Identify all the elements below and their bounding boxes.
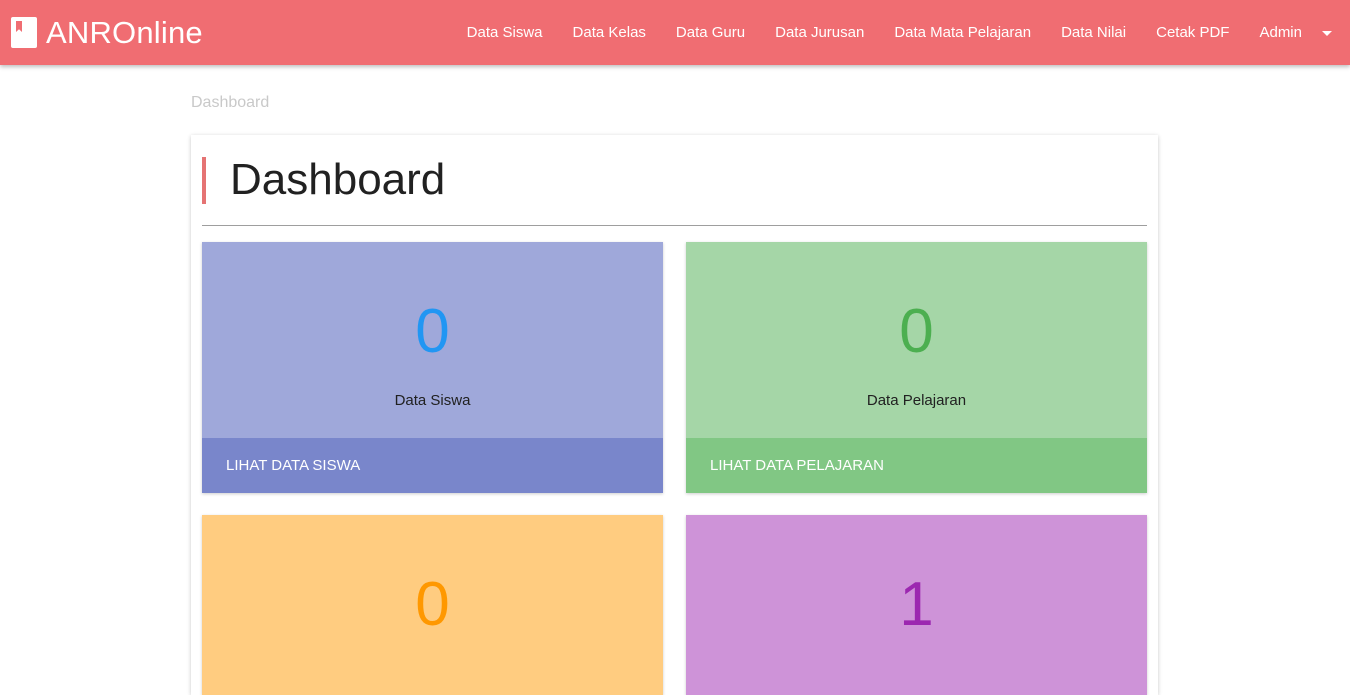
stat-value-siswa: 0 xyxy=(415,297,450,366)
card-body: 0 Data Siswa xyxy=(202,242,663,438)
title-accent-bar xyxy=(202,157,206,204)
brand-link[interactable]: ANROnline xyxy=(11,0,203,65)
stat-label-pelajaran: Data Pelajaran xyxy=(866,392,967,409)
nav-item-data-siswa[interactable]: Data Siswa xyxy=(452,0,558,65)
stat-card-pelajaran: 0 Data Pelajaran LIHAT DATA PELAJARAN xyxy=(686,242,1147,493)
dashboard-panel: Dashboard 0 Data Siswa LIHAT DATA SISWA … xyxy=(191,135,1158,695)
view-siswa-link[interactable]: LIHAT DATA SISWA xyxy=(202,438,663,493)
page-title: Dashboard xyxy=(230,155,446,204)
brand-name: ANROnline xyxy=(46,14,203,50)
card-body: 0 Data Pelajaran xyxy=(686,242,1147,438)
view-pelajaran-link[interactable]: LIHAT DATA PELAJARAN xyxy=(686,438,1147,493)
stat-value-purple: 1 xyxy=(899,570,934,639)
nav-item-data-nilai[interactable]: Data Nilai xyxy=(1046,0,1141,65)
nav-menu: Data Siswa Data Kelas Data Guru Data Jur… xyxy=(452,0,1350,65)
card-body: 1 xyxy=(686,515,1147,695)
admin-dropdown[interactable]: Admin xyxy=(1244,0,1350,65)
stat-card-siswa: 0 Data Siswa LIHAT DATA SISWA xyxy=(202,242,663,493)
nav-item-data-guru[interactable]: Data Guru xyxy=(661,0,760,65)
caret-down-icon xyxy=(1322,30,1332,36)
breadcrumb: Dashboard xyxy=(191,94,270,111)
stat-card-orange: 0 xyxy=(202,515,663,695)
title-divider xyxy=(202,225,1147,226)
stat-value-orange: 0 xyxy=(415,570,450,639)
admin-label: Admin xyxy=(1259,24,1302,41)
top-navbar: ANROnline Data Siswa Data Kelas Data Gur… xyxy=(0,0,1350,65)
stat-value-pelajaran: 0 xyxy=(899,297,934,366)
nav-item-cetak-pdf[interactable]: Cetak PDF xyxy=(1141,0,1244,65)
stat-label-siswa: Data Siswa xyxy=(394,392,471,409)
card-body: 0 xyxy=(202,515,663,695)
nav-item-data-jurusan[interactable]: Data Jurusan xyxy=(760,0,879,65)
stat-card-purple: 1 xyxy=(686,515,1147,695)
nav-item-data-mata-pelajaran[interactable]: Data Mata Pelajaran xyxy=(879,0,1046,65)
bookmark-book-icon xyxy=(11,17,37,48)
nav-item-data-kelas[interactable]: Data Kelas xyxy=(558,0,661,65)
